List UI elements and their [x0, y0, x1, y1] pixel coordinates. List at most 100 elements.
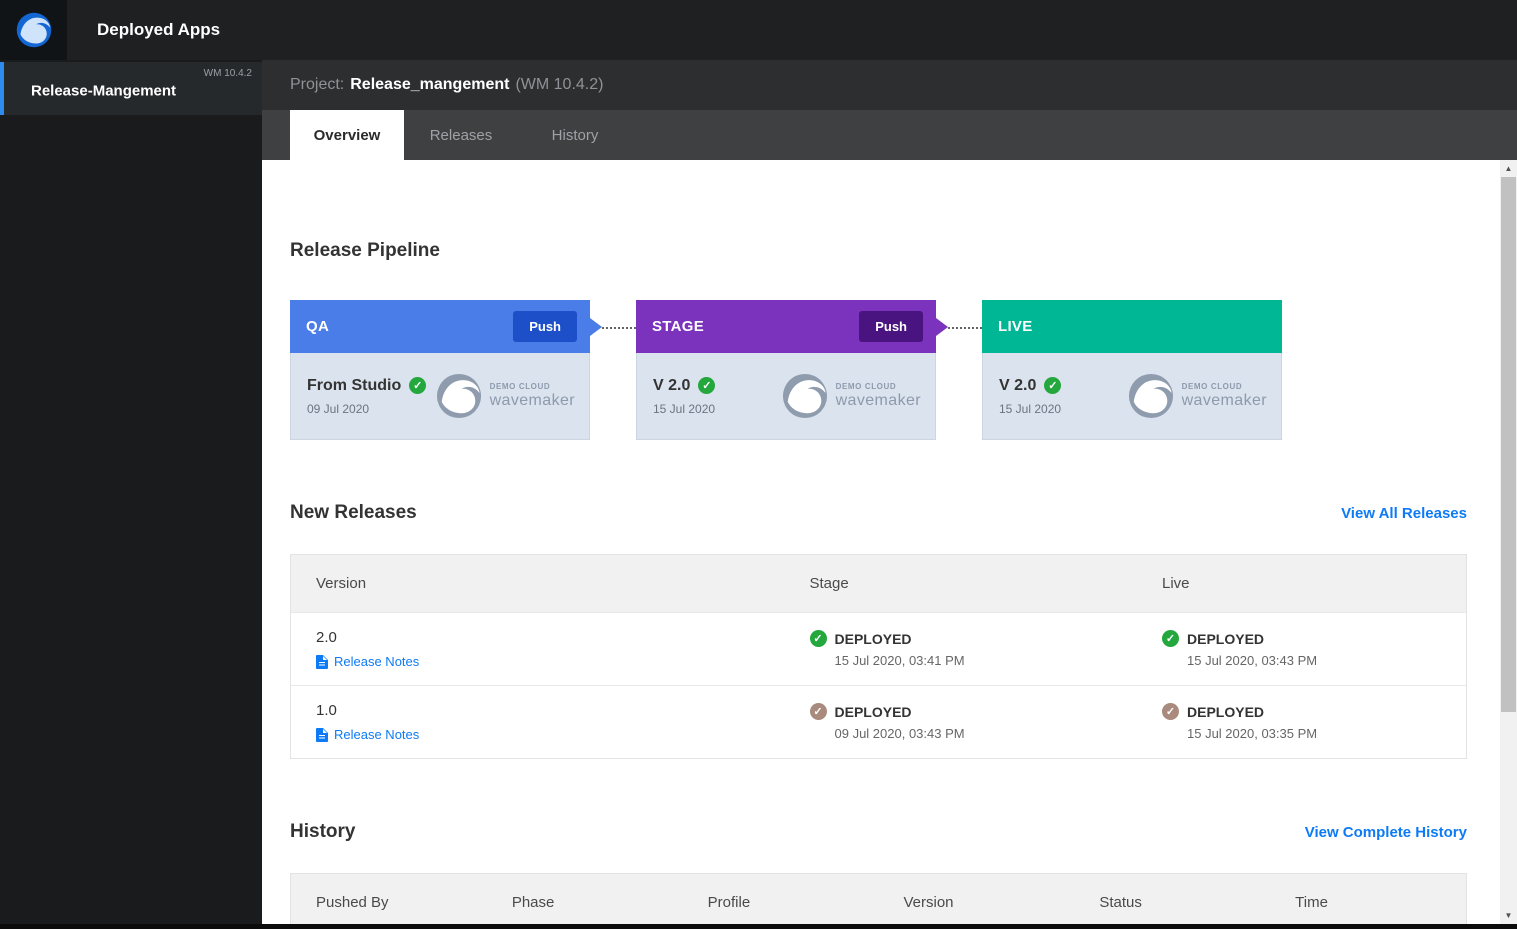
- wave-icon: [782, 373, 827, 419]
- logo-line2: wavemaker: [489, 392, 575, 409]
- stage-version-live: V 2.0: [999, 376, 1037, 394]
- wavemaker-logo-icon: [16, 12, 51, 48]
- release-pipeline: QA Push From Studio ✓ 09 Jul 2020 DEMO C…: [290, 300, 1467, 440]
- check-circle-icon: ✓: [698, 377, 716, 394]
- main-panel: Project: Release_mangement (WM 10.4.2) O…: [262, 60, 1517, 929]
- arrow-right-icon: [590, 317, 602, 336]
- demo-cloud-logo: DEMO CLOUD wavemaker: [1128, 373, 1267, 419]
- stage-header-stage: STAGE Push: [636, 300, 982, 353]
- col-version: Version: [903, 894, 954, 911]
- stage-status: DEPLOYED: [834, 703, 912, 720]
- check-circle-icon: ✓: [409, 377, 427, 394]
- pipeline-stage-stage: STAGE Push V 2.0 ✓ 15 Jul 2020 DEMO CLOU…: [636, 300, 982, 440]
- history-section-head: History View Complete History: [290, 821, 1467, 843]
- stage-time: 09 Jul 2020, 03:43 PM: [834, 726, 965, 741]
- live-time: 15 Jul 2020, 03:35 PM: [1187, 726, 1318, 741]
- project-title: Release_mangement: [350, 76, 510, 93]
- col-status: Status: [1099, 894, 1142, 911]
- logo-line1: DEMO CLOUD: [1181, 382, 1243, 391]
- logo-line1: DEMO CLOUD: [835, 382, 897, 391]
- project-version: (WM 10.4.2): [515, 76, 604, 93]
- deployed-check-icon: ✓: [1162, 703, 1179, 720]
- arrow-right-icon: [936, 317, 948, 336]
- live-status: DEPLOYED: [1187, 630, 1265, 647]
- release-pipeline-heading: Release Pipeline: [290, 240, 440, 261]
- col-stage: Stage: [809, 575, 849, 592]
- stage-body-stage: V 2.0 ✓ 15 Jul 2020 DEMO CLOUD wavemaker: [636, 353, 936, 440]
- table-header-row: Version Stage Live: [291, 555, 1466, 612]
- logo-line2: wavemaker: [1181, 392, 1267, 409]
- col-profile: Profile: [707, 894, 751, 911]
- release-notes-label: Release Notes: [334, 727, 420, 742]
- app-logo-button[interactable]: [0, 0, 67, 60]
- stage-name-qa: QA: [306, 318, 330, 335]
- table-row: 2.0 Release Notes ✓ DEPLOYED 15 Jul 2020…: [291, 612, 1466, 685]
- col-live: Live: [1162, 575, 1190, 592]
- push-button-stage[interactable]: Push: [859, 311, 923, 342]
- wave-icon: [436, 373, 481, 419]
- stage-header-qa: QA Push: [290, 300, 636, 353]
- col-time: Time: [1295, 894, 1328, 911]
- stage-time: 15 Jul 2020, 03:41 PM: [834, 653, 965, 668]
- stage-body-live: V 2.0 ✓ 15 Jul 2020 DEMO CLOUD wavemaker: [982, 353, 1282, 440]
- deployed-check-icon: ✓: [1162, 630, 1179, 647]
- connector-dotted-line: [948, 326, 982, 329]
- logo-line1: DEMO CLOUD: [489, 382, 551, 391]
- wave-icon: [1128, 373, 1173, 419]
- project-version-badge: WM 10.4.2: [203, 68, 252, 79]
- demo-cloud-logo: DEMO CLOUD wavemaker: [782, 373, 921, 419]
- stage-name-live: LIVE: [998, 318, 1033, 335]
- new-releases-table: Version Stage Live 2.0 Release Notes ✓ D…: [290, 554, 1467, 759]
- view-complete-history-link[interactable]: View Complete History: [1305, 824, 1467, 841]
- stage-version-qa: From Studio: [307, 376, 402, 394]
- stage-date-qa: 09 Jul 2020: [307, 401, 370, 416]
- scroll-down-icon[interactable]: ▼: [1500, 907, 1517, 924]
- vertical-scrollbar[interactable]: ▲ ▼: [1500, 160, 1517, 924]
- tab-history[interactable]: History: [518, 110, 632, 160]
- project-header: Project: Release_mangement (WM 10.4.2): [262, 60, 1517, 110]
- view-all-releases-link[interactable]: View All Releases: [1341, 505, 1467, 522]
- project-name-label: Release-Mangement: [31, 82, 177, 100]
- tab-overview[interactable]: Overview: [290, 110, 404, 160]
- stage-status: DEPLOYED: [834, 630, 912, 647]
- col-pushed-by: Pushed By: [316, 894, 389, 911]
- check-circle-icon: ✓: [1044, 377, 1062, 394]
- live-time: 15 Jul 2020, 03:43 PM: [1187, 653, 1318, 668]
- new-releases-heading: New Releases: [290, 502, 417, 523]
- push-button-qa[interactable]: Push: [513, 311, 577, 342]
- history-table: Pushed By Phase Profile Version Status T…: [290, 873, 1467, 924]
- sidebar-item-release-management[interactable]: WM 10.4.2 Release-Mangement: [0, 62, 262, 115]
- tab-releases[interactable]: Releases: [404, 110, 518, 160]
- live-status: DEPLOYED: [1187, 703, 1265, 720]
- history-heading: History: [290, 821, 356, 842]
- stage-date-live: 15 Jul 2020: [999, 401, 1062, 416]
- table-row: 1.0 Release Notes ✓ DEPLOYED 09 Jul 2020…: [291, 685, 1466, 758]
- deployed-check-icon: ✓: [809, 703, 827, 720]
- tabbar: Overview Releases History: [262, 110, 1517, 160]
- project-label: Project:: [290, 76, 345, 93]
- release-notes-link[interactable]: Release Notes: [316, 654, 785, 669]
- stage-version-stage: V 2.0: [653, 376, 691, 394]
- new-releases-section-head: New Releases View All Releases: [290, 502, 1467, 524]
- stage-header-live: LIVE: [982, 300, 1282, 353]
- scroll-up-icon[interactable]: ▲: [1500, 160, 1517, 177]
- demo-cloud-logo: DEMO CLOUD wavemaker: [436, 373, 575, 419]
- table-header-row: Pushed By Phase Profile Version Status T…: [291, 874, 1466, 924]
- connector-dotted-line: [602, 326, 636, 329]
- col-version: Version: [316, 575, 367, 592]
- pipeline-stage-qa: QA Push From Studio ✓ 09 Jul 2020 DEMO C…: [290, 300, 636, 440]
- stage-name-stage: STAGE: [652, 318, 705, 335]
- bottom-edge-bar: [0, 924, 1517, 929]
- col-phase: Phase: [511, 894, 555, 911]
- content-area: Release Pipeline QA Push From Studio ✓ 0…: [262, 160, 1500, 924]
- release-version: 2.0: [316, 629, 337, 646]
- app-title: Deployed Apps: [97, 20, 221, 39]
- scrollbar-thumb[interactable]: [1501, 177, 1516, 712]
- deployed-check-icon: ✓: [809, 630, 827, 647]
- sidebar: WM 10.4.2 Release-Mangement: [0, 60, 262, 929]
- stage-date-stage: 15 Jul 2020: [653, 401, 716, 416]
- release-notes-link[interactable]: Release Notes: [316, 727, 785, 742]
- release-notes-label: Release Notes: [334, 654, 420, 669]
- document-icon: [316, 727, 328, 742]
- logo-line2: wavemaker: [835, 392, 921, 409]
